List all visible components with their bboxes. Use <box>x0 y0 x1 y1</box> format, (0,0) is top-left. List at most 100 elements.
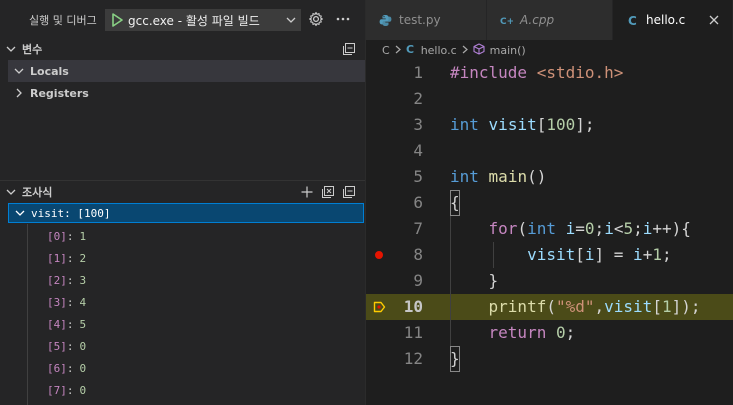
watch-child-value: 1 <box>79 229 87 243</box>
code-line[interactable]: 3 int visit[100]; <box>366 112 733 138</box>
watch-child-item[interactable]: [3]:4 <box>47 291 86 313</box>
svg-text:C+: C+ <box>500 17 513 27</box>
tree-item-label: Locals <box>30 64 69 78</box>
watch-child-item[interactable]: [4]:5 <box>47 313 86 335</box>
code-line[interactable]: 9 } <box>366 268 733 294</box>
code-text: int visit[100]; <box>450 115 595 134</box>
tree-item-registers[interactable]: Registers <box>8 82 365 104</box>
chevron-right-icon <box>462 44 468 57</box>
watch-child-item[interactable]: [0]:1 <box>47 225 86 247</box>
watch-child-key: [7] <box>47 383 67 397</box>
method-symbol-icon <box>473 42 485 58</box>
line-number: 2 <box>413 89 423 108</box>
code-line-current[interactable]: 10 printf("%d",visit[1]); <box>366 294 733 320</box>
watch-child-value: 0 <box>79 383 87 397</box>
python-icon <box>378 14 392 27</box>
code-text: { <box>450 190 460 216</box>
code-line[interactable]: 7 for(int i=0;i<5;i++){ <box>366 216 733 242</box>
chevron-down-icon[interactable] <box>9 209 31 217</box>
more-actions-icon[interactable] <box>335 11 351 29</box>
code-line[interactable]: 1 #include <stdio.h> <box>366 60 733 86</box>
watch-child-key: [1] <box>47 251 67 265</box>
watch-child-item[interactable]: [1]:2 <box>47 247 86 269</box>
code-text: for(int i=0;i<5;i++){ <box>488 219 691 238</box>
code-text: int main() <box>450 167 547 186</box>
indent-guide <box>493 242 494 268</box>
code-text: } <box>450 271 499 290</box>
tree-indent-guide <box>27 224 28 405</box>
separator: : <box>66 361 74 375</box>
variables-section-header[interactable]: 변수 <box>0 38 365 60</box>
code-text: } <box>450 346 460 372</box>
add-expression-icon[interactable] <box>299 184 315 200</box>
code-line[interactable]: 4 <box>366 138 733 164</box>
code-editor[interactable]: 1 #include <stdio.h> 2 3 int visit[100];… <box>366 60 733 405</box>
watch-expression-visit[interactable]: visit: [100] <box>8 203 364 223</box>
watch-child-item[interactable]: [7]:0 <box>47 379 86 401</box>
tree-item-label: Registers <box>30 86 89 100</box>
separator: : <box>66 317 74 331</box>
tab-label: test.py <box>399 13 441 27</box>
separator: : <box>66 339 74 353</box>
code-line[interactable]: 8 visit[i] = i+1; <box>366 242 733 268</box>
tree-item-locals[interactable]: Locals <box>8 60 365 82</box>
line-number: 12 <box>403 349 423 368</box>
line-number: 7 <box>413 219 423 238</box>
chevron-right-icon <box>395 44 401 57</box>
code-line[interactable]: 6 { <box>366 190 733 216</box>
separator: : <box>66 251 74 265</box>
line-number: 6 <box>413 193 423 212</box>
watch-child-item[interactable]: [5]:0 <box>47 335 86 357</box>
chevron-down-icon[interactable] <box>8 67 30 75</box>
gear-icon[interactable] <box>308 11 326 29</box>
svg-text:C: C <box>406 43 414 54</box>
close-icon[interactable] <box>706 12 722 28</box>
tab-a-cpp[interactable]: C+ A.cpp <box>487 0 613 40</box>
line-number: 11 <box>403 323 423 342</box>
chevron-down-icon[interactable] <box>282 10 300 30</box>
watch-child-key: [6] <box>47 361 67 375</box>
breadcrumb-file[interactable]: hello.c <box>421 44 457 57</box>
c-icon: C <box>406 43 416 57</box>
separator: : <box>66 383 74 397</box>
watch-child-value: 0 <box>79 339 87 353</box>
code-text: visit[i] = i+1; <box>527 245 672 264</box>
chevron-right-icon[interactable] <box>8 88 30 98</box>
run-and-debug-bar: 실행 및 디버그 gcc.exe - 활성 파일 빌드 <box>0 0 365 40</box>
breadcrumb-symbol[interactable]: main() <box>490 44 526 57</box>
code-line[interactable]: 12 } <box>366 346 733 372</box>
collapse-all-icon[interactable] <box>341 184 357 200</box>
debug-sidebar: 실행 및 디버그 gcc.exe - 활성 파일 빌드 변수 Locals Re… <box>0 0 365 405</box>
tab-test-py[interactable]: test.py <box>366 0 487 40</box>
code-line[interactable]: 5 int main() <box>366 164 733 190</box>
play-icon[interactable] <box>106 10 128 30</box>
tab-label: hello.c <box>646 13 686 27</box>
watch-section-title: 조사식 <box>22 186 53 199</box>
svg-text:C: C <box>628 14 637 27</box>
c-icon: C <box>625 14 639 27</box>
watch-child-value: 2 <box>79 251 87 265</box>
code-line[interactable]: 11 return 0; <box>366 320 733 346</box>
breadcrumb-folder[interactable]: C <box>382 44 390 57</box>
watch-child-item[interactable]: [2]:3 <box>47 269 86 291</box>
collapse-all-icon[interactable] <box>341 41 357 57</box>
tab-hello-c[interactable]: C hello.c <box>613 0 733 40</box>
watch-child-key: [0] <box>47 229 67 243</box>
separator: : <box>66 273 74 287</box>
chevron-down-icon[interactable] <box>0 45 22 53</box>
chevron-down-icon[interactable] <box>0 188 22 196</box>
debug-config-select[interactable]: gcc.exe - 활성 파일 빌드 <box>105 9 301 31</box>
watch-child-value: 3 <box>79 273 87 287</box>
run-and-debug-title: 실행 및 디버그 <box>29 14 97 27</box>
watch-child-item[interactable]: [6]:0 <box>47 357 86 379</box>
line-number: 3 <box>413 115 423 134</box>
code-text: #include <stdio.h> <box>450 63 624 82</box>
refresh-icon[interactable] <box>320 184 336 200</box>
line-number: 10 <box>403 297 423 316</box>
code-line[interactable]: 2 <box>366 86 733 112</box>
watch-section-header[interactable]: 조사식 <box>0 180 365 203</box>
watch-expression-label: visit: [100] <box>31 206 111 220</box>
separator: : <box>66 295 74 309</box>
watch-child-value: 4 <box>79 295 87 309</box>
watch-child-value: 0 <box>79 361 87 375</box>
